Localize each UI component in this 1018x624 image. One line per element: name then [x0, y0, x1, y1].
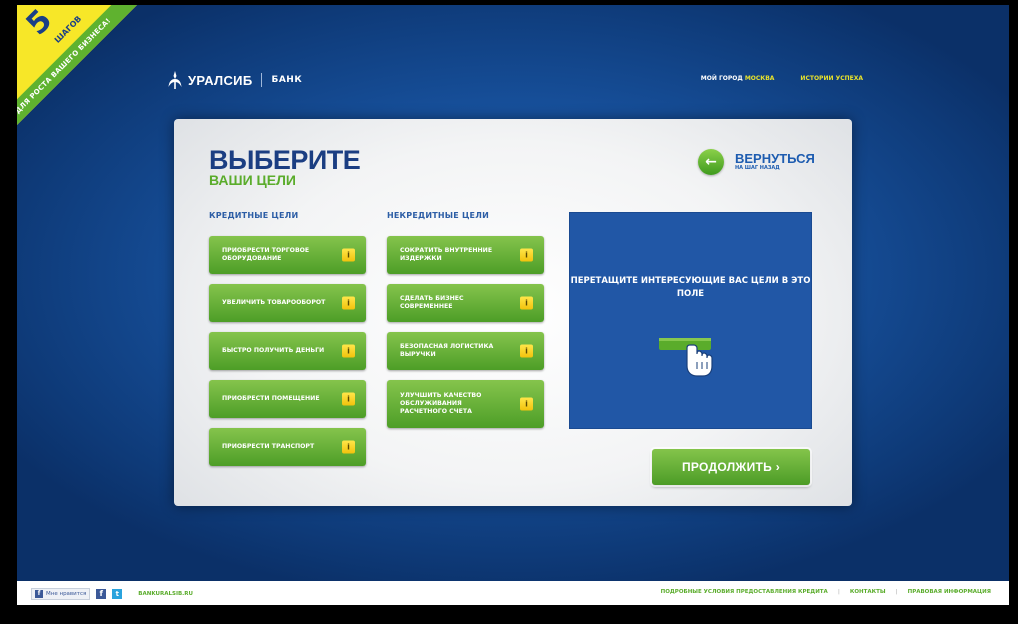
- drag-hand-icon: [659, 338, 713, 377]
- goal-credit-premises[interactable]: ПРИОБРЕСТИ ПОМЕЩЕНИЕ i: [209, 380, 366, 418]
- contacts-link[interactable]: КОНТАКТЫ: [850, 589, 886, 595]
- page-frame: 5 ШАГОВ ДЛЯ РОСТА ВАШЕГО БИЗНЕСА! УРАЛСИ…: [0, 0, 1018, 624]
- info-icon[interactable]: i: [342, 440, 355, 454]
- city-link[interactable]: МОСКВА: [745, 75, 775, 82]
- info-icon[interactable]: i: [520, 397, 533, 411]
- footer-divider: |: [837, 589, 840, 595]
- page-title: ВЫБЕРИТЕ: [209, 145, 361, 175]
- info-icon[interactable]: i: [520, 296, 533, 310]
- legal-info-link[interactable]: ПРАВОВАЯ ИНФОРМАЦИЯ: [908, 589, 991, 595]
- stage: 5 ШАГОВ ДЛЯ РОСТА ВАШЕГО БИЗНЕСА! УРАЛСИ…: [17, 5, 1009, 605]
- goal-credit-fast-money[interactable]: БЫСТРО ПОЛУЧИТЬ ДЕНЬГИ i: [209, 332, 366, 370]
- info-icon[interactable]: i: [342, 248, 355, 262]
- city-prefix: МОЙ ГОРОД: [700, 75, 743, 82]
- goal-label: СОКРАТИТЬ ВНУТРЕННИЕ ИЗДЕРЖКИ: [400, 247, 493, 262]
- info-icon[interactable]: i: [520, 344, 533, 358]
- logo-emblem-icon: [168, 71, 182, 89]
- goal-credit-turnover[interactable]: УВЕЛИЧИТЬ ТОВАРООБОРОТ i: [209, 284, 366, 322]
- goal-label: ПРИОБРЕСТИ ТРАНСПОРТ: [222, 443, 315, 450]
- promo-ribbon[interactable]: 5 ШАГОВ ДЛЯ РОСТА ВАШЕГО БИЗНЕСА!: [17, 5, 161, 149]
- goals-panel: ВЫБЕРИТЕ ВАШИ ЦЕЛИ ← ВЕРНУТЬСЯ НА ШАГ НА…: [174, 119, 852, 506]
- logo-bank: БАНК: [271, 75, 303, 85]
- goal-credit-equipment[interactable]: ПРИОБРЕСТИ ТОРГОВОЕ ОБОРУДОВАНИЕ i: [209, 236, 366, 274]
- site-link[interactable]: BANKURALSIB.RU: [138, 591, 193, 597]
- footer-left: f Мне нравится f t BANKURALSIB.RU: [31, 588, 193, 600]
- goal-label: БЕЗОПАСНАЯ ЛОГИСТИКА ВЫРУЧКИ: [400, 343, 494, 358]
- goal-label: ПРИОБРЕСТИ ПОМЕЩЕНИЕ: [222, 395, 320, 402]
- info-icon[interactable]: i: [342, 296, 355, 310]
- info-icon[interactable]: i: [342, 344, 355, 358]
- goals-drop-zone[interactable]: ПЕРЕТАЩИТЕ ИНТЕРЕСУЮЩИЕ ВАС ЦЕЛИ В ЭТО П…: [569, 212, 812, 429]
- city-selector[interactable]: МОЙ ГОРОД МОСКВА: [701, 75, 775, 82]
- footer-divider: |: [895, 589, 898, 595]
- info-icon[interactable]: i: [342, 392, 355, 406]
- like-label: Мне нравится: [46, 591, 87, 597]
- success-stories-link[interactable]: ИСТОРИИ УСПЕХА: [800, 75, 863, 82]
- credit-goals-heading: КРЕДИТНЫЕ ЦЕЛИ: [209, 211, 299, 220]
- logo-divider: [261, 73, 263, 87]
- back-button[interactable]: ← ВЕРНУТЬСЯ НА ШАГ НАЗАД: [698, 149, 815, 175]
- facebook-icon: f: [35, 590, 43, 598]
- page-subtitle: ВАШИ ЦЕЛИ: [209, 172, 296, 188]
- top-nav: МОЙ ГОРОД МОСКВА ИСТОРИИ УСПЕХА: [701, 75, 863, 82]
- facebook-icon[interactable]: f: [96, 589, 107, 599]
- footer-links: ПОДРОБНЫЕ УСЛОВИЯ ПРЕДОСТАВЛЕНИЯ КРЕДИТА…: [661, 589, 991, 595]
- goal-noncredit-account-service[interactable]: УЛУЧШИТЬ КАЧЕСТВО ОБСЛУЖИВАНИЯ РАСЧЕТНОГ…: [387, 380, 544, 428]
- goal-noncredit-modern[interactable]: СДЕЛАТЬ БИЗНЕС СОВРЕМЕННЕЕ i: [387, 284, 544, 322]
- goal-credit-transport[interactable]: ПРИОБРЕСТИ ТРАНСПОРТ i: [209, 428, 366, 466]
- goal-label: БЫСТРО ПОЛУЧИТЬ ДЕНЬГИ: [222, 347, 325, 354]
- twitter-icon[interactable]: t: [112, 589, 123, 599]
- goal-noncredit-logistics[interactable]: БЕЗОПАСНАЯ ЛОГИСТИКА ВЫРУЧКИ i: [387, 332, 544, 370]
- uralsib-logo[interactable]: УРАЛСИБ БАНК: [167, 70, 302, 90]
- goal-noncredit-costs[interactable]: СОКРАТИТЬ ВНУТРЕННИЕ ИЗДЕРЖКИ i: [387, 236, 544, 274]
- logo-name: УРАЛСИБ: [188, 72, 253, 88]
- like-button[interactable]: f Мне нравится: [31, 588, 91, 600]
- credit-terms-link[interactable]: ПОДРОБНЫЕ УСЛОВИЯ ПРЕДОСТАВЛЕНИЯ КРЕДИТА: [661, 589, 828, 595]
- footer: f Мне нравится f t BANKURALSIB.RU ПОДРОБН…: [17, 581, 1009, 605]
- info-icon[interactable]: i: [520, 248, 533, 262]
- goal-label: УВЕЛИЧИТЬ ТОВАРООБОРОТ: [222, 299, 326, 306]
- noncredit-goals-heading: НЕКРЕДИТНЫЕ ЦЕЛИ: [387, 211, 489, 220]
- drop-zone-text: ПЕРЕТАЩИТЕ ИНТЕРЕСУЮЩИЕ ВАС ЦЕЛИ В ЭТО П…: [570, 276, 811, 299]
- continue-button[interactable]: ПРОДОЛЖИТЬ ›: [652, 449, 810, 485]
- goal-label: ПРИОБРЕСТИ ТОРГОВОЕ ОБОРУДОВАНИЕ: [222, 247, 310, 262]
- back-label: ВЕРНУТЬСЯ: [735, 151, 815, 166]
- goal-label: СДЕЛАТЬ БИЗНЕС СОВРЕМЕННЕЕ: [400, 295, 464, 310]
- arrow-left-icon: ←: [698, 149, 724, 175]
- goal-label: УЛУЧШИТЬ КАЧЕСТВО ОБСЛУЖИВАНИЯ РАСЧЕТНОГ…: [400, 392, 482, 415]
